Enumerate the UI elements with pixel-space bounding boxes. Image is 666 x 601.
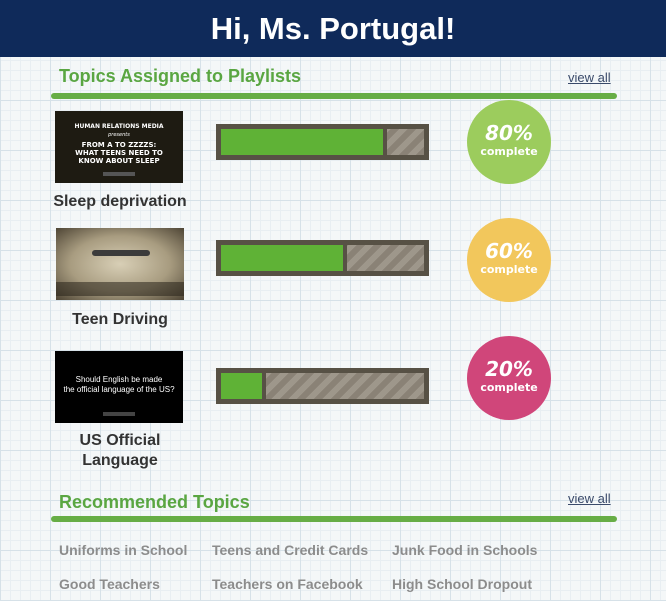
completion-percent: 60%	[485, 239, 533, 263]
completion-badge-sleep: 80% complete	[467, 100, 551, 184]
thumb-text-line: KNOW ABOUT SLEEP	[78, 157, 160, 165]
completion-percent: 20%	[485, 357, 533, 381]
completion-badge-language: 20% complete	[467, 336, 551, 420]
assigned-section-title: Topics Assigned to Playlists	[59, 66, 302, 86]
search-bar-graphic	[92, 250, 150, 256]
road-graphic	[56, 282, 184, 296]
assigned-view-all-link[interactable]: view all	[568, 70, 611, 85]
thumb-text-line: FROM A TO ZZZZS:	[81, 141, 157, 149]
thumb-text-line: WHAT TEENS NEED TO	[75, 149, 163, 157]
completion-label: complete	[480, 145, 538, 158]
greeting-title: Hi, Ms. Portugal!	[210, 11, 456, 46]
topic-label[interactable]: US Official Language	[40, 431, 200, 471]
page-header: Hi, Ms. Portugal!	[0, 0, 666, 57]
video-thumbnail-driving[interactable]	[56, 228, 184, 300]
recommended-section-title: Recommended Topics	[59, 492, 250, 512]
completion-percent: 80%	[485, 121, 533, 145]
recommended-topic-link[interactable]: Teachers on Facebook	[212, 576, 363, 592]
progress-fill	[221, 373, 266, 399]
recommended-topic-link[interactable]: Good Teachers	[59, 576, 160, 592]
thumb-text-line: Should English be made	[75, 375, 163, 384]
thumb-text-line: presents	[108, 132, 130, 138]
recommended-topic-link[interactable]: Teens and Credit Cards	[212, 542, 368, 558]
progress-fill	[221, 129, 388, 155]
recommended-topic-link[interactable]: Junk Food in Schools	[392, 542, 537, 558]
completion-label: complete	[480, 263, 538, 276]
recommended-section-divider	[51, 516, 617, 522]
assigned-section-divider	[51, 93, 617, 99]
recommended-topic-link[interactable]: Uniforms in School	[59, 542, 187, 558]
completion-badge-driving: 60% complete	[467, 218, 551, 302]
video-controls-bar	[103, 412, 135, 416]
recommended-view-all-link[interactable]: view all	[568, 491, 611, 506]
topic-label[interactable]: Teen Driving	[40, 311, 200, 329]
topic-label[interactable]: Sleep deprivation	[40, 193, 200, 211]
thumb-text-line: the official language of the US?	[63, 385, 175, 394]
completion-label: complete	[480, 381, 538, 394]
progress-bar-sleep	[216, 124, 429, 160]
progress-fill	[221, 245, 347, 271]
progress-bar-language	[216, 368, 429, 404]
progress-bar-driving	[216, 240, 429, 276]
video-thumbnail-sleep[interactable]: HUMAN RELATIONS MEDIA presents FROM A TO…	[55, 111, 183, 183]
recommended-topic-link[interactable]: High School Dropout	[392, 576, 532, 592]
thumb-text-line: HUMAN RELATIONS MEDIA	[74, 123, 164, 130]
video-thumbnail-language[interactable]: Should English be made the official lang…	[55, 351, 183, 423]
video-controls-bar	[103, 172, 135, 176]
